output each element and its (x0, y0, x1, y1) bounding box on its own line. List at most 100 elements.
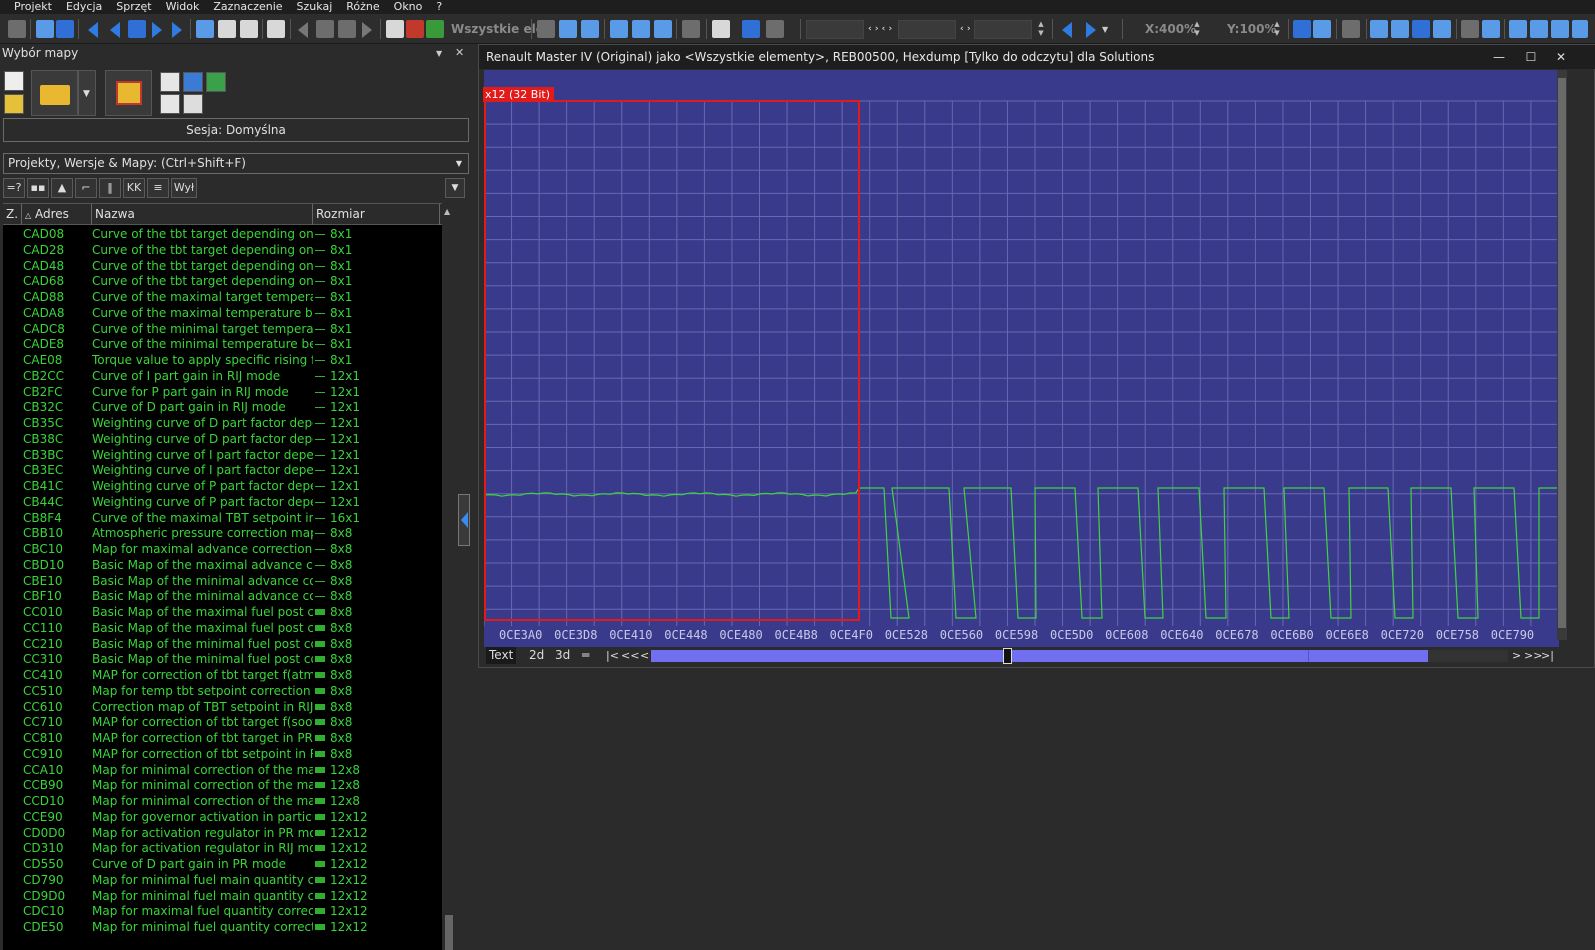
plot-vscroll-thumb[interactable] (1558, 78, 1566, 628)
table-row[interactable]: CAD08 Curve of the tbt target depending o… (3, 226, 450, 242)
panel-close-icon[interactable]: ✕ (455, 44, 464, 62)
table-row[interactable]: CBB10 Atmospheric pressure correction map… (3, 525, 450, 541)
view-icon[interactable] (742, 20, 760, 38)
last-icon[interactable] (172, 22, 182, 38)
close-icon[interactable]: ✕ (1546, 45, 1576, 69)
filter-lines-icon[interactable]: ≡ (147, 178, 169, 198)
next-icon[interactable] (152, 22, 162, 38)
table-scrollbar[interactable]: ▲ (442, 203, 456, 950)
table-row[interactable]: CADE8 Curve of the minimal temperature be… (3, 336, 450, 352)
list-icon[interactable] (196, 20, 214, 38)
hexdump-plot[interactable] (484, 70, 1559, 650)
table-row[interactable]: CC610 Correction map of TBT setpoint in R… (3, 699, 450, 715)
table-row[interactable]: CC510 Map for temp tbt setpoint correctio… (3, 683, 450, 699)
scroll-up-icon[interactable]: ▲ (444, 207, 450, 216)
tool-c-icon[interactable] (654, 20, 672, 38)
sign-icon[interactable] (1482, 20, 1500, 38)
save-icon[interactable] (4, 94, 24, 114)
table-row[interactable]: CB32C Curve of D part gain in RIJ mode 12x… (3, 399, 450, 415)
nav-next[interactable]: > (1512, 647, 1521, 664)
right-dropdown[interactable]: ▼ (1102, 25, 1108, 34)
menu-item[interactable]: Szukaj (290, 0, 340, 14)
hex-icon[interactable] (1530, 20, 1548, 38)
bits-8-icon[interactable] (1370, 20, 1388, 38)
compare-icon[interactable] (56, 20, 74, 38)
table-row[interactable]: CAD48 Curve of the tbt target depending o… (3, 258, 450, 274)
dec-icon[interactable] (1509, 20, 1527, 38)
bars-icon[interactable] (1342, 20, 1360, 38)
table-row[interactable]: CB3BC Weighting curve of I part factor de… (3, 447, 450, 463)
print-icon[interactable] (240, 20, 258, 38)
table-row[interactable]: CDC10 Map for maximal fuel quantity corre… (3, 903, 450, 919)
table-row[interactable]: CCA10 Map for minimal correction of the m… (3, 762, 450, 778)
spin-3[interactable]: ▲ ▼ (1036, 20, 1046, 39)
table-row[interactable]: CB2FC Curve for P part gain in RIJ mode 12… (3, 384, 450, 400)
menu-item[interactable]: Różne (339, 0, 386, 14)
menu-item[interactable]: Okno (387, 0, 430, 14)
table-icon[interactable] (267, 20, 285, 38)
menu-item[interactable]: ? (429, 0, 449, 14)
table-row[interactable]: CB41C Weighting curve of P part factor de… (3, 478, 450, 494)
v-icon[interactable] (406, 20, 424, 38)
wave-a-icon[interactable] (1293, 20, 1311, 38)
table-row[interactable]: CD310 Map for activation regulator in RIJ… (3, 840, 450, 856)
project-search-box[interactable]: Projekty, Wersje & Mapy: (Ctrl+Shift+F) … (3, 153, 469, 174)
col-address[interactable]: △ Adres (22, 204, 92, 225)
menu-item[interactable]: Zaznaczenie (206, 0, 289, 14)
menu-item[interactable]: Widok (159, 0, 207, 14)
minimize-icon[interactable]: — (1484, 45, 1514, 69)
panel-splitter[interactable] (458, 494, 470, 546)
table-row[interactable]: CBC10 Map for maximal advance correction … (3, 541, 450, 557)
float-icon[interactable] (1433, 20, 1451, 38)
panel-menu-icon[interactable]: ▼ (436, 45, 442, 63)
col-size[interactable]: Rozmiar (313, 204, 440, 225)
filter-off-button[interactable]: Wył (171, 178, 197, 198)
filter-equal-icon[interactable]: =? (3, 178, 25, 198)
table-row[interactable]: CC010 Basic Map of the maximal fuel post … (3, 604, 450, 620)
table-row[interactable]: CC910 MAP for correction of tbt setpoint … (3, 746, 450, 762)
filter-kk-icon[interactable]: KK (123, 178, 145, 198)
tool-b-icon[interactable] (632, 20, 650, 38)
bits-16-icon[interactable] (1391, 20, 1409, 38)
up-icon[interactable] (316, 20, 334, 38)
first-icon[interactable] (88, 22, 98, 38)
tool-a-icon[interactable] (610, 20, 628, 38)
hscroll-knob[interactable] (1003, 648, 1012, 664)
table-row[interactable]: CAE08 Torque value to apply specific risi… (3, 352, 450, 368)
table-row[interactable]: CADA8 Curve of the maximal temperature be… (3, 305, 450, 321)
add-map-icon[interactable] (160, 72, 180, 92)
num-icon[interactable] (1551, 20, 1569, 38)
table-row[interactable]: CD550 Curve of D part gain in PR mode 12x1… (3, 856, 450, 872)
left-icon[interactable] (1062, 22, 1072, 38)
nav-prev-page[interactable]: << (621, 647, 639, 664)
home-icon[interactable] (338, 20, 356, 38)
table-row[interactable]: CB3EC Weighting curve of I part factor de… (3, 462, 450, 478)
map-tool-icon[interactable] (183, 72, 203, 92)
col-z[interactable]: Z. (3, 204, 22, 225)
table-row[interactable]: CD9D0 Map for minimal fuel main quantity … (3, 888, 450, 904)
plot-vscroll[interactable] (1557, 70, 1567, 640)
plot-hscroll[interactable] (651, 648, 1508, 664)
table-row[interactable]: CBD10 Basic Map of the maximal advance co… (3, 557, 450, 573)
table-row[interactable]: CDE50 Map for minimal fuel quantity corre… (3, 919, 450, 935)
item-tool-icon[interactable] (183, 94, 203, 114)
filter-dropdown[interactable]: ▼ (445, 178, 465, 198)
menu-item[interactable]: Edycja (59, 0, 109, 14)
search-list-icon[interactable] (218, 20, 236, 38)
menu-item[interactable]: Projekt (0, 0, 59, 14)
bits-32-icon[interactable] (1412, 20, 1430, 38)
help-icon[interactable] (559, 20, 577, 38)
menu-item[interactable]: Sprzęt (109, 0, 158, 14)
wave-b-icon[interactable] (1313, 20, 1331, 38)
right-icon[interactable] (1086, 22, 1096, 38)
tab-2d[interactable]: 2d (526, 647, 547, 664)
nav-first[interactable]: |< (606, 647, 619, 664)
open-button[interactable] (31, 70, 78, 116)
add-item-icon[interactable] (160, 94, 180, 114)
connect-icon[interactable] (36, 20, 54, 38)
value-field-3[interactable] (974, 20, 1032, 39)
tab-text[interactable]: Text (486, 647, 517, 664)
f-icon[interactable] (386, 20, 404, 38)
table-row[interactable]: CCE90 Map for governor activation in part… (3, 809, 450, 825)
table-row[interactable]: CB8F4 Curve of the maximal TBT setpoint i… (3, 510, 450, 526)
